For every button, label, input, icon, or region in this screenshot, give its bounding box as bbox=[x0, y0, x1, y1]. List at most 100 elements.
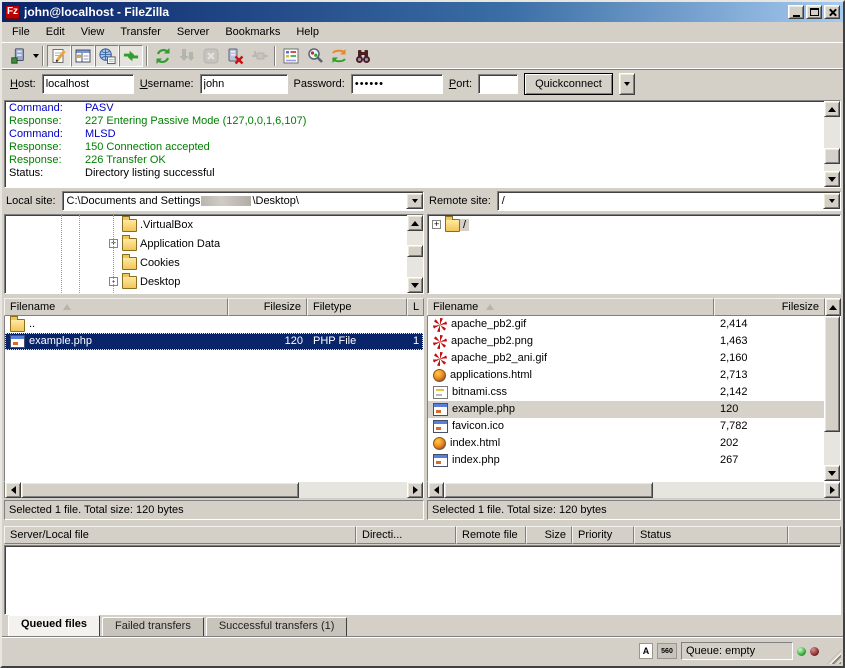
file-row[interactable]: index.php 267 bbox=[428, 452, 824, 469]
maximize-button[interactable] bbox=[806, 5, 822, 19]
local-selection-status: Selected 1 file. Total size: 120 bytes bbox=[4, 500, 424, 520]
column-header[interactable]: Filesize bbox=[228, 298, 307, 316]
scroll-down-button[interactable] bbox=[824, 171, 840, 187]
close-button[interactable] bbox=[824, 5, 840, 19]
minimize-button[interactable] bbox=[788, 5, 804, 19]
title-bar: Fz john@localhost - FileZilla bbox=[2, 2, 843, 22]
username-input[interactable] bbox=[200, 74, 288, 94]
menu-item[interactable]: Edit bbox=[38, 24, 73, 40]
file-row[interactable]: .. bbox=[5, 316, 423, 333]
queue-column-header[interactable]: Status bbox=[634, 526, 788, 544]
scroll-right-button[interactable] bbox=[824, 482, 840, 498]
password-input[interactable] bbox=[351, 74, 443, 94]
scroll-up-button[interactable] bbox=[407, 215, 423, 231]
scroll-right-button[interactable] bbox=[407, 482, 423, 498]
queue-column-header[interactable]: Directi... bbox=[356, 526, 456, 544]
queue-tab[interactable]: Successful transfers (1) bbox=[206, 617, 348, 636]
menu-item[interactable]: Server bbox=[169, 24, 217, 40]
chevron-down-icon bbox=[829, 199, 835, 203]
quickconnect-dropdown-button[interactable] bbox=[619, 73, 635, 95]
find-files-button[interactable] bbox=[351, 45, 375, 67]
scrollbar-thumb[interactable] bbox=[824, 148, 840, 164]
file-row[interactable]: example.php 120 PHP File 1 bbox=[5, 333, 423, 350]
column-header[interactable]: Filename bbox=[427, 298, 714, 316]
arrow-right-icon bbox=[413, 486, 418, 494]
local-site-dropdown-button[interactable] bbox=[406, 193, 423, 209]
reconnect-button[interactable] bbox=[247, 45, 271, 67]
file-row[interactable]: apache_pb2_ani.gif 2,160 bbox=[428, 350, 824, 367]
local-tree-scrollbar[interactable] bbox=[407, 215, 423, 293]
scroll-down-button[interactable] bbox=[824, 465, 840, 481]
scroll-up-button[interactable] bbox=[824, 101, 840, 117]
scrollbar-thumb[interactable] bbox=[21, 482, 299, 498]
column-header[interactable]: Filetype bbox=[307, 298, 407, 316]
tree-expander[interactable]: + bbox=[432, 220, 441, 229]
toggle-message-log-button[interactable] bbox=[47, 45, 71, 67]
close-icon bbox=[828, 8, 837, 17]
tree-item[interactable]: - Desktop bbox=[5, 272, 407, 291]
disconnect-button[interactable] bbox=[223, 45, 247, 67]
file-row[interactable]: apache_pb2.gif 2,414 bbox=[428, 316, 824, 333]
menu-item[interactable]: Bookmarks bbox=[217, 24, 288, 40]
quickconnect-button[interactable]: Quickconnect bbox=[524, 73, 613, 95]
queue-column-header[interactable]: Remote file bbox=[456, 526, 526, 544]
synchronized-browsing-button[interactable] bbox=[327, 45, 351, 67]
local-horizontal-scrollbar[interactable] bbox=[4, 482, 424, 498]
queue-tab[interactable]: Failed transfers bbox=[102, 617, 204, 636]
queue-tab[interactable]: Queued files bbox=[8, 615, 100, 636]
scrollbar-thumb[interactable] bbox=[407, 245, 423, 257]
menu-item[interactable]: View bbox=[73, 24, 113, 40]
scrollbar-thumb[interactable] bbox=[444, 482, 653, 498]
transfer-queue-list[interactable] bbox=[4, 545, 841, 615]
scrollbar-thumb[interactable] bbox=[824, 316, 840, 432]
password-label: Password: bbox=[294, 78, 345, 90]
remote-site-combobox[interactable]: / bbox=[497, 191, 841, 211]
file-row[interactable]: index.html 202 bbox=[428, 435, 824, 452]
menu-item[interactable]: Transfer bbox=[112, 24, 169, 40]
toggle-local-tree-button[interactable] bbox=[71, 45, 95, 67]
site-manager-button[interactable] bbox=[6, 45, 30, 67]
toggle-queue-button[interactable] bbox=[119, 45, 143, 67]
port-input[interactable] bbox=[478, 74, 518, 94]
menu-item[interactable]: File bbox=[4, 24, 38, 40]
menu-item[interactable]: Help bbox=[288, 24, 327, 40]
scroll-up-button[interactable] bbox=[825, 298, 841, 316]
scroll-down-button[interactable] bbox=[407, 277, 423, 293]
column-header[interactable]: L bbox=[407, 298, 424, 316]
host-input[interactable] bbox=[42, 74, 134, 94]
tree-item[interactable]: + Application Data bbox=[5, 234, 407, 253]
local-site-combobox[interactable]: C:\Documents and Settings\Desktop\ bbox=[62, 191, 424, 211]
column-header[interactable]: Filesize bbox=[714, 298, 825, 316]
site-manager-dropdown-icon[interactable] bbox=[33, 54, 39, 58]
remote-horizontal-scrollbar[interactable] bbox=[427, 482, 841, 498]
resize-grip[interactable] bbox=[827, 650, 841, 664]
toggle-remote-tree-button[interactable] bbox=[95, 45, 119, 67]
data-type-icon[interactable]: A bbox=[639, 643, 653, 659]
speed-limit-icon[interactable]: 560 bbox=[657, 643, 677, 659]
remote-list-scrollbar[interactable] bbox=[824, 316, 840, 481]
queue-column-header[interactable]: Priority bbox=[572, 526, 634, 544]
file-row[interactable]: applications.html 2,713 bbox=[428, 367, 824, 384]
file-row[interactable]: example.php 120 bbox=[428, 401, 824, 418]
process-queue-button[interactable] bbox=[175, 45, 199, 67]
scroll-left-button[interactable] bbox=[428, 482, 444, 498]
message-log-scrollbar[interactable] bbox=[824, 101, 840, 187]
compare-directories-button[interactable] bbox=[303, 45, 327, 67]
column-header[interactable]: Filename bbox=[4, 298, 228, 316]
queue-tabs: Queued filesFailed transfersSuccessful t… bbox=[2, 615, 843, 637]
file-row[interactable]: apache_pb2.png 1,463 bbox=[428, 333, 824, 350]
queue-column-header[interactable]: Size bbox=[526, 526, 572, 544]
remote-site-dropdown-button[interactable] bbox=[823, 193, 840, 209]
cancel-operation-button[interactable] bbox=[199, 45, 223, 67]
tree-item[interactable]: Cookies bbox=[5, 253, 407, 272]
scroll-left-button[interactable] bbox=[5, 482, 21, 498]
queue-column-header[interactable]: Server/Local file bbox=[4, 526, 356, 544]
file-row[interactable]: favicon.ico 7,782 bbox=[428, 418, 824, 435]
tree-item[interactable]: .VirtualBox bbox=[5, 215, 407, 234]
tree-item[interactable]: + / bbox=[428, 215, 840, 234]
refresh-button[interactable] bbox=[151, 45, 175, 67]
directory-filters-button[interactable] bbox=[279, 45, 303, 67]
filezilla-logo-icon: Fz bbox=[5, 5, 20, 19]
file-row[interactable]: bitnami.css 2,142 bbox=[428, 384, 824, 401]
queue-column-header[interactable] bbox=[788, 526, 841, 544]
